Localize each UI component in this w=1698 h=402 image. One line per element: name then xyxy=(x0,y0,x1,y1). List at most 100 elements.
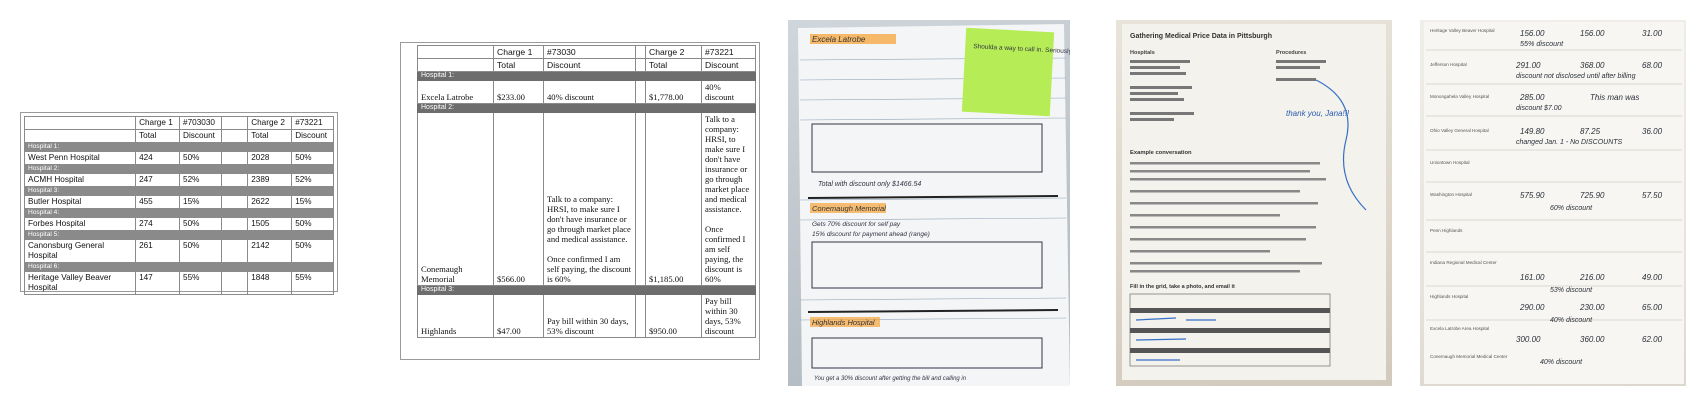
charge2-total: 1505 xyxy=(247,217,293,231)
charge2-total: 2622 xyxy=(247,195,293,209)
spacer-cell xyxy=(220,195,249,209)
hospital-list-item: Indiana Regional Medical Center xyxy=(1430,260,1497,265)
notes-page-svg: Excela Latrobe Shoulda a way to call in.… xyxy=(798,24,1070,386)
section-label: Hospital 4: xyxy=(24,208,334,218)
section-row: Hospital 2: xyxy=(417,103,756,113)
value-cell: 156.00 xyxy=(1520,29,1545,38)
charge1-total: 147 xyxy=(135,271,181,295)
list-page-svg: Heritage Valley Beaver Hospital Jefferso… xyxy=(1424,22,1684,384)
value-cell: 290.00 xyxy=(1519,303,1545,312)
table-row: Butler Hospital 455 15% 2622 15% xyxy=(23,195,334,209)
section-row: Hospital 1: xyxy=(417,71,756,81)
hospital-name: Heritage Valley Beaver Hospital xyxy=(23,271,137,295)
charge2-total: $1,185.00 xyxy=(645,112,702,286)
grid-section-bar xyxy=(1130,308,1330,313)
charge1-discount: 40% discount xyxy=(543,80,636,104)
value-cell: This man was xyxy=(1590,93,1639,102)
charge2-discount: 50% xyxy=(291,151,334,165)
form-title: Gathering Medical Price Data in Pittsbur… xyxy=(1130,33,1272,40)
value-cell: 68.00 xyxy=(1642,61,1663,70)
header-row: Total Discount Total Discount xyxy=(417,58,756,72)
hospital-name: West Penn Hospital xyxy=(23,151,137,165)
value-cell: 300.00 xyxy=(1516,335,1541,344)
spacer-cell xyxy=(220,239,249,263)
header-cell: Total xyxy=(645,58,702,72)
discount-note-1: Gets 70% discount for self pay xyxy=(812,221,901,228)
hospital1-heading: Excela Latrobe xyxy=(812,35,866,44)
charge1-total: 274 xyxy=(135,217,181,231)
hospital-list-item: Jefferson Hospital xyxy=(1430,62,1467,67)
header-cell: Discount xyxy=(701,58,756,72)
value-cell: 725.90 xyxy=(1580,191,1605,200)
hospital-name: Butler Hospital xyxy=(23,195,137,209)
charge1-discount: 50% xyxy=(179,151,222,165)
value-cell: 360.00 xyxy=(1580,335,1605,344)
value-cell: 368.00 xyxy=(1580,61,1605,70)
note-text: discount $7.00 xyxy=(1516,105,1562,112)
charge2-total: 2389 xyxy=(247,173,293,187)
value-cell: 49.00 xyxy=(1642,273,1663,282)
value-cell: 575.90 xyxy=(1520,191,1545,200)
value-cell: 36.00 xyxy=(1642,127,1663,136)
table-row: West Penn Hospital 424 50% 2028 50% xyxy=(23,151,334,165)
spacer-cell xyxy=(635,294,646,338)
section-label: Hospital 2: xyxy=(24,164,334,174)
hospital-price-table: Charge 1 #73030 Charge 2 #73221 Total Di… xyxy=(417,45,756,338)
hospital-list-item: Ohio Valley General Hospital xyxy=(1430,128,1489,133)
section-row: Hospital 3: xyxy=(417,285,756,295)
section-row: Hospital 4: xyxy=(24,208,334,218)
handwritten-notes-photo: Excela Latrobe Shoulda a way to call in.… xyxy=(788,20,1070,386)
value-cell: 291.00 xyxy=(1515,61,1541,70)
header-cell: Discount xyxy=(543,58,636,72)
printed-form-photo: Gathering Medical Price Data in Pittsbur… xyxy=(1116,20,1392,386)
value-cell: 87.25 xyxy=(1580,127,1601,136)
charge1-discount: 15% xyxy=(179,195,222,209)
table-row: Excela Latrobe $233.00 40% discount $1,7… xyxy=(417,80,756,104)
hospitals-heading: Hospitals xyxy=(1130,50,1155,56)
charge2-total: 2142 xyxy=(247,239,293,263)
charge2-total: 2028 xyxy=(247,151,293,165)
section-row: Hospital 3: xyxy=(24,186,334,196)
charge1-total: $566.00 xyxy=(493,112,544,286)
charge1-discount: 52% xyxy=(179,173,222,187)
sticky-note xyxy=(961,27,1055,117)
table-row: Heritage Valley Beaver Hospital 147 55% … xyxy=(23,271,334,295)
hospital-list-item: Highlands Hospital xyxy=(1430,294,1468,299)
charge1-discount: 50% xyxy=(179,239,222,263)
price-table-sans: Charge 1 #703030 Charge 2 #73221 Total D… xyxy=(20,112,338,295)
procedures-heading: Procedures xyxy=(1276,50,1306,56)
charge2-discount: 52% xyxy=(291,173,334,187)
grid-section-bar xyxy=(1130,348,1330,353)
header-cell: Discount xyxy=(291,129,334,143)
charge2-discount: 50% xyxy=(291,217,334,231)
header-cell: Total xyxy=(247,129,293,143)
spacer-cell xyxy=(220,271,249,295)
charge2-total: $1,778.00 xyxy=(645,80,702,104)
charge1-total: 261 xyxy=(135,239,181,263)
hospital-name: Canonsburg General Hospital xyxy=(23,239,137,263)
charge1-total: 247 xyxy=(135,173,181,187)
value-cell: 65.00 xyxy=(1642,303,1663,312)
header-cell xyxy=(220,129,249,143)
section-label: Hospital 1: xyxy=(24,142,334,152)
note-text: 40% discount xyxy=(1550,317,1593,324)
section-label: Hospital 6: xyxy=(24,262,334,272)
header-cell: Total xyxy=(135,129,181,143)
header-cell xyxy=(417,45,494,59)
charge2-total: $950.00 xyxy=(645,294,702,338)
value-cell: 156.00 xyxy=(1580,29,1605,38)
section-row: Hospital 1: xyxy=(24,142,334,152)
header-cell xyxy=(417,58,494,72)
form-page-svg: Gathering Medical Price Data in Pittsbur… xyxy=(1122,24,1386,380)
header-cell: Total xyxy=(493,58,544,72)
header-cell xyxy=(635,45,646,59)
footer-note: You get a 30% discount after getting the… xyxy=(814,376,967,382)
example-heading: Example conversation xyxy=(1130,150,1192,156)
hospital-list-item: Conemaugh Memorial Medical Center xyxy=(1430,354,1508,359)
table-row: Forbes Hospital 274 50% 1505 50% xyxy=(23,217,334,231)
section-label: Hospital 2: xyxy=(417,103,756,113)
value-cell: 149.80 xyxy=(1520,127,1545,136)
charge2-discount: Pay bill within 30 days, 53% discount xyxy=(701,294,756,338)
header-row: Total Discount Total Discount xyxy=(23,129,334,143)
header-cell: #703030 xyxy=(179,116,222,130)
